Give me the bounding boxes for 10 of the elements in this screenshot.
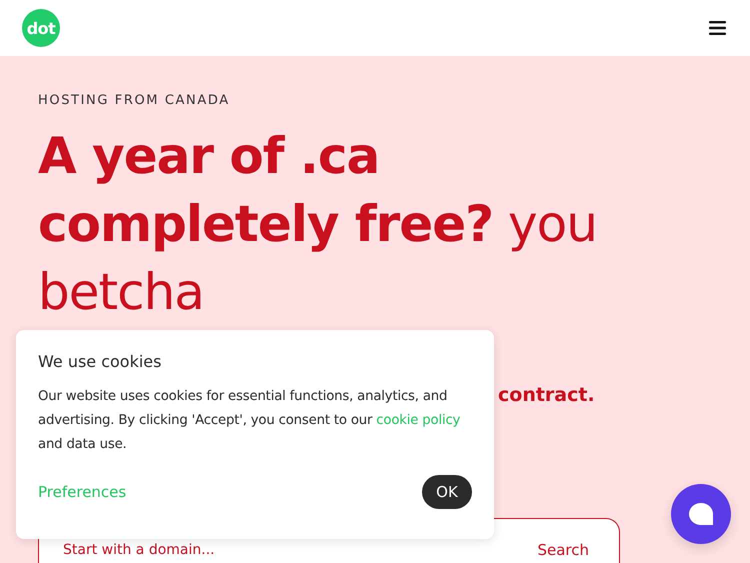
domain-input[interactable]: Start with a domain... (61, 541, 445, 559)
dialog-title: We use cookies (38, 352, 162, 371)
search-button[interactable]: Search (537, 541, 589, 559)
ok-button[interactable]: OK (422, 475, 472, 509)
menu-icon[interactable] (709, 21, 726, 35)
chat-bubble-icon (689, 503, 713, 525)
eyebrow-label: HOSTING FROM CANADA (38, 93, 230, 108)
hero-headline: A year of .ca completely free? you betcha (38, 126, 598, 323)
cookie-message: Our website uses cookies for essential functions, analytics, and advertising. By clicking 'Accept', you consent to our cookie policy and data use. (38, 388, 462, 454)
hero-subtitle: contract. (498, 384, 595, 406)
